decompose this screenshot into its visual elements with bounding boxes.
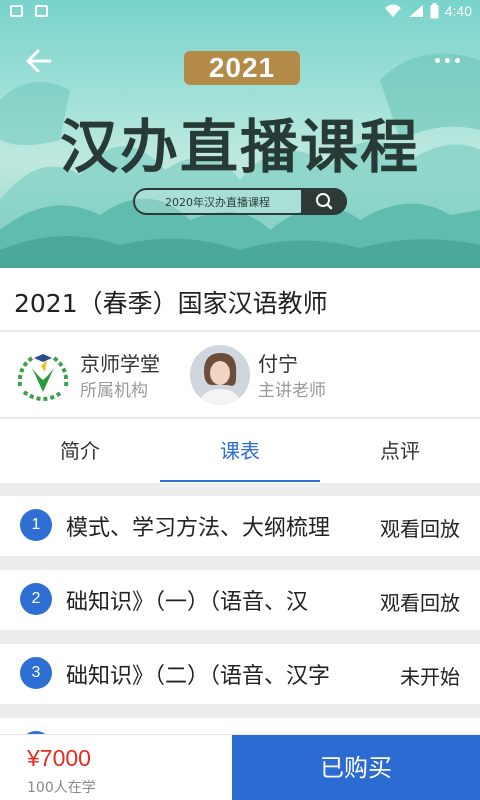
- lesson-status-button[interactable]: 未开始: [400, 661, 460, 690]
- battery-icon: [430, 3, 439, 19]
- learner-count: 100人在学: [27, 780, 96, 796]
- course-price: ¥7000: [27, 745, 91, 771]
- status-time: 4:40: [444, 3, 472, 19]
- purchased-button[interactable]: 已购买: [232, 735, 480, 800]
- year-badge: 2021: [184, 51, 300, 85]
- banner-title: 汉办直播课程: [59, 113, 420, 181]
- teacher-role: 主讲老师: [258, 381, 326, 401]
- course-info-row: 京师学堂 所属机构 付宁 主讲老师: [0, 332, 480, 418]
- back-arrow-icon[interactable]: [22, 44, 56, 78]
- lesson-item[interactable]: 1 模式、学习方法、大纲梳理 观看回放: [0, 496, 480, 556]
- image-icon: [10, 5, 23, 17]
- tab-intro[interactable]: 简介: [0, 419, 160, 483]
- lesson-number: 1: [20, 509, 52, 541]
- banner-search-text: 2020年汉办直播课程: [165, 196, 270, 209]
- active-tab-indicator: [160, 480, 320, 482]
- lesson-title: 模式、学习方法、大纲梳理: [66, 516, 331, 540]
- screen: 4:40 2021 汉办直播课程 2020年汉办直播课程 2021（春季）国家汉…: [0, 0, 480, 800]
- search-icon: [301, 188, 347, 215]
- teacher-name: 付宁: [258, 352, 298, 376]
- tab-schedule[interactable]: 课表: [160, 419, 320, 483]
- lesson-number: 3: [20, 657, 52, 689]
- banner-search-box: 2020年汉办直播课程: [133, 188, 347, 215]
- lesson-item[interactable]: 3 础知识》（二）（语音、汉字 未开始: [0, 644, 480, 704]
- lesson-status-button[interactable]: 观看回放: [380, 587, 460, 616]
- lesson-title: 础知识》（二）（语音、汉字: [66, 664, 331, 688]
- institution-role: 所属机构: [80, 381, 148, 401]
- font-icon: [35, 5, 48, 17]
- course-banner: 4:40 2021 汉办直播课程 2020年汉办直播课程: [0, 0, 480, 268]
- signal-icon: [408, 5, 423, 17]
- status-bar: 4:40: [0, 0, 480, 24]
- lesson-item[interactable]: 2 础知识》（一）（语音、汉 观看回放: [0, 570, 480, 630]
- institution-logo: [12, 346, 74, 408]
- purchase-bar: ¥7000 100人在学 已购买: [0, 734, 480, 800]
- teacher-avatar[interactable]: [190, 345, 250, 405]
- course-title-bar: 2021（春季）国家汉语教师: [0, 268, 480, 331]
- lesson-title: 础知识》（一）（语音、汉: [66, 590, 309, 614]
- more-icon[interactable]: [432, 50, 462, 70]
- institution-name: 京师学堂: [80, 352, 160, 376]
- course-tabs: 简介 课表 点评: [0, 419, 480, 483]
- lesson-number: 2: [20, 583, 52, 615]
- tab-reviews[interactable]: 点评: [320, 419, 480, 483]
- lesson-status-button[interactable]: 观看回放: [380, 513, 460, 542]
- course-title: 2021（春季）国家汉语教师: [14, 289, 328, 318]
- wifi-icon: [384, 4, 401, 17]
